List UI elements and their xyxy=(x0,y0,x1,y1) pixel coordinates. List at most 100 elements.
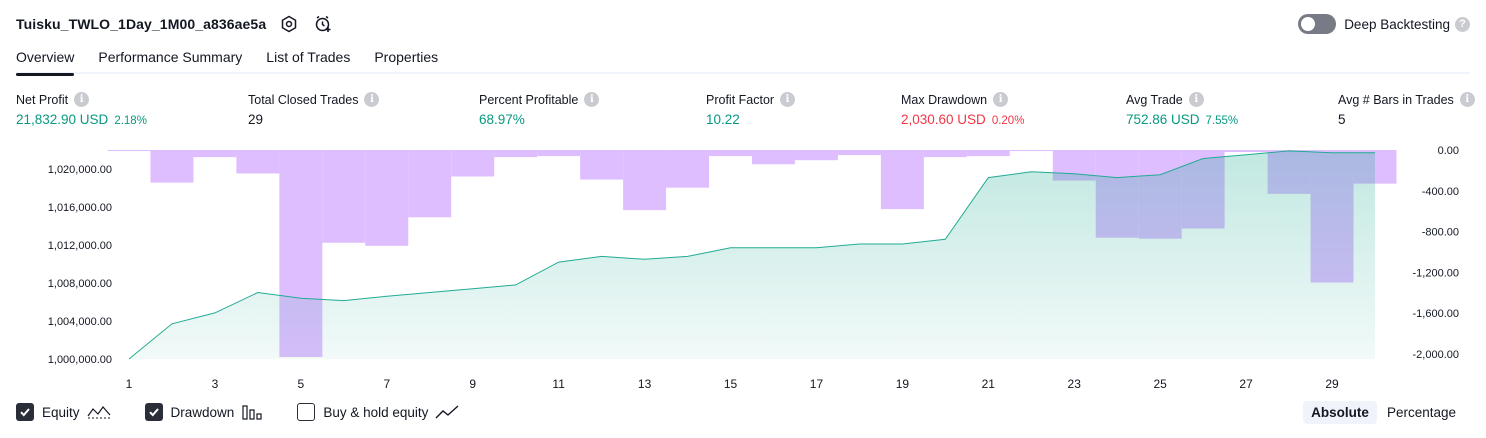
stat-percent-profitable: Percent Profitable i 68.97% xyxy=(479,92,600,127)
stat-label: Avg # Bars in Trades xyxy=(1338,92,1454,107)
y-axis-right-label: -400.00 xyxy=(1422,186,1459,198)
deep-backtesting-label: Deep Backtesting xyxy=(1344,16,1450,32)
stat-label: Max Drawdown xyxy=(901,92,988,107)
x-axis-label: 21 xyxy=(982,377,996,391)
legend-label: Buy & hold equity xyxy=(323,404,429,420)
stat-label: Percent Profitable xyxy=(479,92,579,107)
drawdown-checkbox[interactable] xyxy=(144,403,163,421)
deep-backtesting-toggle[interactable] xyxy=(1298,14,1337,34)
drawdown-bar xyxy=(880,150,924,210)
stat-value: 2,030.60 USD xyxy=(901,112,986,127)
y-axis-right-label: -800.00 xyxy=(1422,227,1459,239)
info-icon[interactable]: i xyxy=(780,92,796,107)
drawdown-bar xyxy=(923,150,967,158)
equity-checkbox[interactable] xyxy=(16,403,34,421)
drawdown-bar xyxy=(1009,150,1053,152)
legend-buy-hold[interactable]: Buy & hold equity xyxy=(297,403,459,421)
drawdown-bars-icon xyxy=(241,404,263,420)
stat-percent: 2.18% xyxy=(114,115,147,127)
y-axis-right-label: -1,600.00 xyxy=(1413,308,1459,320)
drawdown-bar xyxy=(322,150,366,243)
drawdown-bar xyxy=(752,150,795,165)
tab-properties[interactable]: Properties xyxy=(374,44,438,74)
info-icon[interactable]: i xyxy=(74,92,90,107)
x-axis-label: 3 xyxy=(212,377,219,391)
tab-performance-summary[interactable]: Performance Summary xyxy=(98,44,242,74)
x-axis-label: 25 xyxy=(1153,377,1167,391)
stat-label: Profit Factor xyxy=(706,92,775,107)
stat-total-closed-trades: Total Closed Trades i 29 xyxy=(248,92,380,127)
stat-value: 29 xyxy=(248,112,264,127)
drawdown-bar xyxy=(494,150,538,158)
tab-bar: Overview Performance Summary List of Tra… xyxy=(16,44,1470,76)
drawdown-bar xyxy=(837,150,881,156)
info-icon[interactable]: i xyxy=(1188,92,1204,107)
settings-icon[interactable] xyxy=(278,13,300,35)
y-axis-left-label: 1,000,000.00 xyxy=(48,354,112,366)
drawdown-bar xyxy=(623,150,667,211)
drawdown-bar xyxy=(408,150,452,218)
x-axis-label: 23 xyxy=(1068,377,1082,391)
drawdown-bar xyxy=(365,150,409,246)
drawdown-bar xyxy=(709,150,752,157)
drawdown-bar xyxy=(537,150,581,157)
y-axis-left-label: 1,008,000.00 xyxy=(48,278,112,290)
stat-value: 21,832.90 USD xyxy=(16,112,109,127)
drawdown-bar xyxy=(794,150,838,161)
y-axis-left-label: 1,020,000.00 xyxy=(48,164,112,176)
x-axis-label: 27 xyxy=(1239,377,1253,391)
stat-label: Net Profit xyxy=(16,92,69,107)
stat-profit-factor: Profit Factor i 10.22 xyxy=(706,92,796,127)
x-axis-label: 17 xyxy=(810,377,824,391)
stat-value: 10.22 xyxy=(706,112,740,127)
x-axis-label: 1 xyxy=(126,377,133,391)
stat-value: 5 xyxy=(1338,112,1346,127)
y-axis-right-label: -1,200.00 xyxy=(1413,267,1459,279)
stat-avg-trade: Avg Trade i 752.86 USD 7.55% xyxy=(1126,92,1238,127)
alert-add-icon[interactable] xyxy=(312,13,334,35)
drawdown-bar xyxy=(580,150,624,180)
deep-backtesting: Deep Backtesting ? xyxy=(1298,12,1470,36)
drawdown-bar xyxy=(107,150,151,152)
tab-overview[interactable]: Overview xyxy=(16,44,75,76)
equity-line-icon xyxy=(87,404,111,420)
stat-percent: 7.55% xyxy=(1205,115,1239,127)
stat-label: Total Closed Trades xyxy=(248,92,359,107)
value-mode-switch: Absolute Percentage xyxy=(1301,401,1464,424)
stat-label: Avg Trade xyxy=(1126,92,1183,107)
percentage-button[interactable]: Percentage xyxy=(1379,401,1464,424)
x-axis-label: 11 xyxy=(552,377,565,391)
help-icon[interactable]: ? xyxy=(1455,16,1470,32)
buy-hold-line-icon xyxy=(435,404,459,420)
info-icon[interactable]: i xyxy=(993,92,1009,107)
chart-legend: Equity Drawdown Buy & hold equity xyxy=(16,403,493,421)
drawdown-bar xyxy=(451,150,495,177)
legend-drawdown[interactable]: Drawdown xyxy=(144,403,264,421)
x-axis-label: 5 xyxy=(298,377,305,391)
x-axis-label: 15 xyxy=(724,377,738,391)
info-icon[interactable]: i xyxy=(364,92,380,107)
y-axis-left-label: 1,016,000.00 xyxy=(48,202,112,214)
x-axis-label: 29 xyxy=(1325,377,1339,391)
legend-equity[interactable]: Equity xyxy=(16,403,111,421)
y-axis-left-label: 1,004,000.00 xyxy=(48,316,112,328)
drawdown-bar xyxy=(193,150,237,158)
stat-value: 68.97% xyxy=(479,112,525,127)
equity-drawdown-chart[interactable]: 1,000,000.00 1,004,000.00 1,008,000.00 1,01… xyxy=(0,140,1486,400)
x-axis-label: 19 xyxy=(896,377,910,391)
drawdown-bar xyxy=(150,150,194,183)
y-axis-left-label: 1,012,000.00 xyxy=(48,240,112,252)
info-icon[interactable]: i xyxy=(1459,92,1475,107)
info-icon[interactable]: i xyxy=(584,92,600,107)
stat-max-drawdown: Max Drawdown i 2,030.60 USD 0.20% xyxy=(901,92,1024,127)
absolute-button[interactable]: Absolute xyxy=(1303,401,1377,424)
tab-list-of-trades[interactable]: List of Trades xyxy=(266,44,350,74)
drawdown-bar xyxy=(236,150,280,174)
stat-net-profit: Net Profit i 21,832.90 USD 2.18% xyxy=(16,92,147,127)
y-axis-right-label: -2,000.00 xyxy=(1413,349,1459,361)
x-axis-label: 13 xyxy=(638,377,652,391)
drawdown-bar xyxy=(666,150,710,188)
buy-hold-checkbox[interactable] xyxy=(297,403,316,421)
stat-value: 752.86 USD xyxy=(1126,112,1200,127)
x-axis-label: 7 xyxy=(383,377,390,391)
